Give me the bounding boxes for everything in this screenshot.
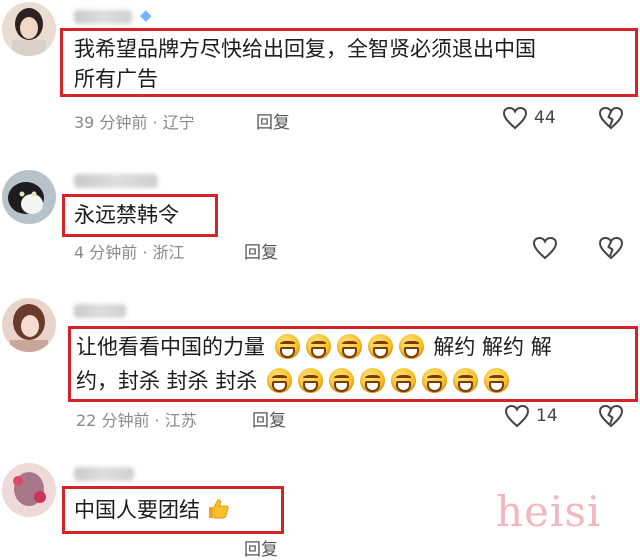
avatar[interactable] bbox=[2, 463, 56, 517]
grinning-emoji bbox=[274, 334, 300, 359]
heart-icon bbox=[504, 404, 530, 428]
grinning-emoji bbox=[305, 334, 331, 359]
avatar[interactable] bbox=[2, 170, 56, 224]
username[interactable] bbox=[74, 174, 158, 188]
comment-text: 让他看看中国的力量 bbox=[76, 335, 265, 359]
reply-button[interactable]: 回复 bbox=[244, 238, 278, 263]
avatar[interactable] bbox=[2, 2, 56, 56]
comment-meta: 22 分钟前 · 江苏 bbox=[76, 411, 197, 430]
watermark: heisi bbox=[496, 487, 602, 536]
like-button[interactable]: 14 bbox=[504, 404, 558, 428]
comment-text: 永远禁韩令 bbox=[74, 203, 179, 227]
comment-text: 解约 解约 解 bbox=[433, 335, 552, 359]
reply-button[interactable]: 回复 bbox=[244, 535, 278, 560]
username[interactable] bbox=[74, 304, 126, 318]
avatar[interactable] bbox=[2, 298, 56, 352]
comment-meta: 39 分钟前 · 辽宁 bbox=[74, 113, 195, 132]
comment-meta: 4 分钟前 · 浙江 bbox=[74, 243, 185, 262]
broken-heart-icon bbox=[598, 404, 624, 428]
reply-button[interactable]: 回复 bbox=[256, 108, 290, 133]
like-button[interactable] bbox=[532, 236, 558, 260]
broken-heart-icon bbox=[598, 236, 624, 260]
broken-heart-icon bbox=[598, 106, 624, 130]
dislike-button[interactable] bbox=[598, 236, 624, 260]
comment-text-content: 中国人要团结 bbox=[74, 498, 200, 522]
comment-text-line-2: 约，封杀 封杀 封杀 bbox=[76, 366, 512, 396]
comment-meta bbox=[74, 541, 224, 545]
diamond-vip-icon: ◆ bbox=[140, 6, 152, 24]
grinning-emoji bbox=[336, 334, 362, 359]
like-button[interactable]: 44 bbox=[502, 106, 556, 130]
grinning-emoji bbox=[367, 334, 393, 359]
like-count: 14 bbox=[536, 406, 558, 426]
grinning-emoji bbox=[298, 368, 324, 393]
heart-icon bbox=[502, 106, 528, 130]
comment-text-line-2: 所有广告 bbox=[74, 67, 158, 91]
thumbs-up-emoji bbox=[209, 499, 229, 519]
comment-text: 约，封杀 封杀 封杀 bbox=[76, 369, 258, 393]
comment-2: 永远禁韩令 4 分钟前 · 浙江 回复 bbox=[0, 160, 640, 280]
grinning-emoji bbox=[267, 368, 293, 393]
grinning-emoji bbox=[329, 368, 355, 393]
grinning-emoji bbox=[360, 368, 386, 393]
comment-3: 让他看看中国的力量 解约 解约 解 约，封杀 封杀 封杀 22 分钟前 · 江苏… bbox=[0, 290, 640, 440]
dislike-button[interactable] bbox=[598, 106, 624, 130]
grinning-emoji bbox=[484, 368, 510, 393]
username[interactable] bbox=[74, 10, 132, 24]
comment-text-line-1: 我希望品牌方尽快给出回复，全智贤必须退出中国 bbox=[74, 37, 536, 61]
dislike-button[interactable] bbox=[598, 404, 624, 428]
grinning-emoji bbox=[453, 368, 479, 393]
grinning-emoji bbox=[391, 368, 417, 393]
reply-button[interactable]: 回复 bbox=[252, 406, 286, 431]
username[interactable] bbox=[74, 467, 134, 481]
comment-text-line-1: 让他看看中国的力量 解约 解约 解 bbox=[76, 332, 552, 362]
like-count: 44 bbox=[534, 108, 556, 128]
grinning-emoji bbox=[422, 368, 448, 393]
grinning-emoji bbox=[398, 334, 424, 359]
comment-1: ◆ 我希望品牌方尽快给出回复，全智贤必须退出中国 所有广告 39 分钟前 · 辽… bbox=[0, 0, 640, 140]
heart-icon bbox=[532, 236, 558, 260]
comment-text: 中国人要团结 bbox=[74, 495, 230, 525]
